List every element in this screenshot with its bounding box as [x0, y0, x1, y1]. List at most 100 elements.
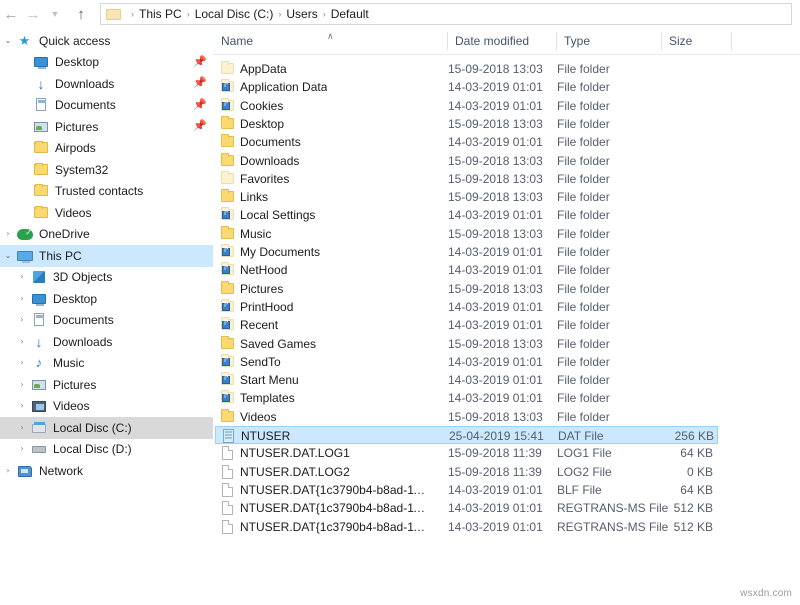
sidebar-item-pictures[interactable]: ›Pictures	[0, 374, 213, 396]
pin-icon[interactable]: 📌	[193, 99, 205, 111]
table-row[interactable]: NTUSER.DAT.LOG215-09-2018 11:39LOG2 File…	[215, 463, 718, 481]
breadcrumb-separator: ›	[273, 9, 286, 19]
table-row[interactable]: Templates14-03-2019 01:01File folder	[215, 389, 718, 407]
sidebar-item-local-disc-c-[interactable]: ›Local Disc (C:)	[0, 417, 213, 439]
up-arrow-icon[interactable]: ↑	[70, 2, 92, 26]
table-row[interactable]: NTUSER25-04-2019 15:41DAT File256 KB	[215, 426, 718, 444]
chevron-right-icon[interactable]: ›	[14, 381, 30, 389]
table-row[interactable]: PrintHood14-03-2019 01:01File folder	[215, 298, 718, 316]
file-type: File folder	[557, 206, 610, 224]
table-row[interactable]: NTUSER.DAT{1c3790b4-b8ad-11e8-aa21-…14-0…	[215, 518, 718, 536]
chevron-down-icon[interactable]: ⌄	[0, 252, 16, 260]
column-header-date-modified[interactable]: Date modified	[447, 28, 556, 54]
sidebar-item-label: Desktop	[53, 292, 213, 306]
file-name: NTUSER.DAT{1c3790b4-b8ad-11e8-aa21-…	[240, 499, 425, 517]
chevron-right-icon[interactable]: ›	[14, 445, 30, 453]
sidebar-item-music[interactable]: ›♪Music	[0, 353, 213, 375]
chevron-right-icon[interactable]: ›	[0, 467, 16, 475]
chevron-right-icon[interactable]: ›	[14, 402, 30, 410]
sidebar-item-desktop[interactable]: Desktop📌	[0, 52, 213, 74]
drive-icon	[30, 441, 48, 457]
sidebar-item-label: Airpods	[55, 141, 213, 155]
table-row[interactable]: Music15-09-2018 13:03File folder	[215, 225, 718, 243]
chevron-right-icon[interactable]: ›	[14, 424, 30, 432]
table-row[interactable]: NTUSER.DAT{1c3790b4-b8ad-11e8-aa21-…14-0…	[215, 499, 718, 517]
table-row[interactable]: NTUSER.DAT{1c3790b4-b8ad-11e8-aa21-… 14-0…	[215, 481, 718, 499]
table-row[interactable]: Desktop15-09-2018 13:03File folder	[215, 115, 718, 133]
file-name: Desktop	[240, 115, 284, 133]
chevron-right-icon[interactable]: ›	[14, 338, 30, 346]
table-row[interactable]: Favorites15-09-2018 13:03File folder	[215, 170, 718, 188]
sidebar-item-videos[interactable]: ›Videos	[0, 396, 213, 418]
sidebar-group-label: Network	[39, 464, 213, 478]
chevron-right-icon[interactable]: ›	[14, 359, 30, 367]
sidebar-item-system32[interactable]: System32	[0, 159, 213, 181]
back-arrow-icon[interactable]: ←	[0, 2, 22, 26]
forward-arrow-icon[interactable]: →	[22, 2, 44, 26]
breadcrumb-default[interactable]: Default	[331, 7, 369, 21]
sidebar-item-downloads[interactable]: ›↓Downloads	[0, 331, 213, 353]
breadcrumb-users[interactable]: Users	[286, 7, 317, 21]
column-header-size[interactable]: Size	[661, 28, 731, 54]
table-row[interactable]: Cookies14-03-2019 01:01File folder	[215, 97, 718, 115]
pin-icon[interactable]: 📌	[193, 77, 205, 89]
file-date-modified: 15-09-2018 13:03	[448, 60, 543, 78]
chevron-right-icon[interactable]: ›	[14, 273, 30, 281]
sidebar-item-3d-objects[interactable]: ›3D Objects	[0, 267, 213, 289]
table-row[interactable]: Application Data14-03-2019 01:01File fol…	[215, 78, 718, 96]
file-date-modified: 14-03-2019 01:01	[448, 206, 543, 224]
table-row[interactable]: NTUSER.DAT.LOG115-09-2018 11:39LOG1 File…	[215, 444, 718, 462]
sidebar-item-airpods[interactable]: Airpods	[0, 138, 213, 160]
table-row[interactable]: My Documents14-03-2019 01:01File folder	[215, 243, 718, 261]
chevron-down-icon[interactable]: ⌄	[0, 37, 16, 45]
table-row[interactable]: Links15-09-2018 13:03File folder	[215, 188, 718, 206]
table-row[interactable]: NetHood14-03-2019 01:01File folder	[215, 261, 718, 279]
sidebar-group-onedrive[interactable]: ›OneDrive	[0, 224, 213, 246]
folder-shortcut-icon	[219, 299, 236, 315]
sidebar-item-pictures[interactable]: Pictures📌	[0, 116, 213, 138]
table-row[interactable]: Pictures15-09-2018 13:03File folder	[215, 280, 718, 298]
breadcrumb-local-disc-c[interactable]: Local Disc (C:)	[195, 7, 274, 21]
table-row[interactable]: AppData15-09-2018 13:03File folder	[215, 60, 718, 78]
sidebar-item-videos[interactable]: Videos	[0, 202, 213, 224]
chevron-right-icon[interactable]: ›	[14, 316, 30, 324]
address-bar[interactable]: › This PC › Local Disc (C:) › Users › De…	[100, 3, 792, 25]
table-row[interactable]: Saved Games15-09-2018 13:03File folder	[215, 335, 718, 353]
table-row[interactable]: Start Menu14-03-2019 01:01File folder	[215, 371, 718, 389]
chevron-right-icon[interactable]: ›	[0, 230, 16, 238]
file-size	[605, 316, 713, 334]
sidebar-item-downloads[interactable]: ↓Downloads📌	[0, 73, 213, 95]
file-rows[interactable]: AppData15-09-2018 13:03File folderApplic…	[213, 55, 800, 605]
sidebar-group-network[interactable]: › Network	[0, 460, 213, 482]
breadcrumb-this-pc[interactable]: This PC	[139, 7, 182, 21]
navigation-pane[interactable]: ⌄★Quick accessDesktop📌↓Downloads📌Documen…	[0, 28, 213, 605]
column-header-type[interactable]: Type	[556, 28, 661, 54]
table-row[interactable]: Recent14-03-2019 01:01File folder	[215, 316, 718, 334]
file-date-modified: 14-03-2019 01:01	[448, 481, 543, 499]
sidebar-group-quick-access[interactable]: ⌄★Quick access	[0, 30, 213, 52]
sidebar-item-desktop[interactable]: › Desktop	[0, 288, 213, 310]
file-name: NTUSER.DAT{1c3790b4-b8ad-11e8-aa21-…	[240, 518, 425, 536]
sidebar-item-local-disc-d-[interactable]: ›Local Disc (D:)	[0, 439, 213, 461]
chevron-down-icon[interactable]: ▼	[44, 2, 66, 26]
sidebar-item-trusted-contacts[interactable]: Trusted contacts	[0, 181, 213, 203]
table-row[interactable]: Videos15-09-2018 13:03File folder	[215, 408, 718, 426]
table-row[interactable]: SendTo14-03-2019 01:01File folder	[215, 353, 718, 371]
file-name: Downloads	[240, 152, 299, 170]
table-row[interactable]: Documents14-03-2019 01:01File folder	[215, 133, 718, 151]
file-name: Pictures	[240, 280, 283, 298]
sidebar-item-documents[interactable]: ›Documents	[0, 310, 213, 332]
file-date-modified: 15-09-2018 13:03	[448, 225, 543, 243]
column-divider[interactable]	[731, 32, 732, 50]
pin-icon[interactable]: 📌	[193, 56, 205, 68]
pin-icon[interactable]: 📌	[193, 120, 205, 132]
file-name: NTUSER.DAT{1c3790b4-b8ad-11e8-aa21-…	[240, 481, 425, 499]
file-date-modified: 14-03-2019 01:01	[448, 371, 543, 389]
chevron-right-icon[interactable]: ›	[14, 295, 30, 303]
sidebar-item-documents[interactable]: Documents📌	[0, 95, 213, 117]
file-list-pane[interactable]: Name ∧ Date modified Type Size AppData15…	[213, 28, 800, 605]
sidebar-group-this-pc[interactable]: ⌄This PC	[0, 245, 213, 267]
table-row[interactable]: Local Settings14-03-2019 01:01File folde…	[215, 206, 718, 224]
table-row[interactable]: Downloads15-09-2018 13:03File folder	[215, 152, 718, 170]
file-name: Application Data	[240, 78, 327, 96]
